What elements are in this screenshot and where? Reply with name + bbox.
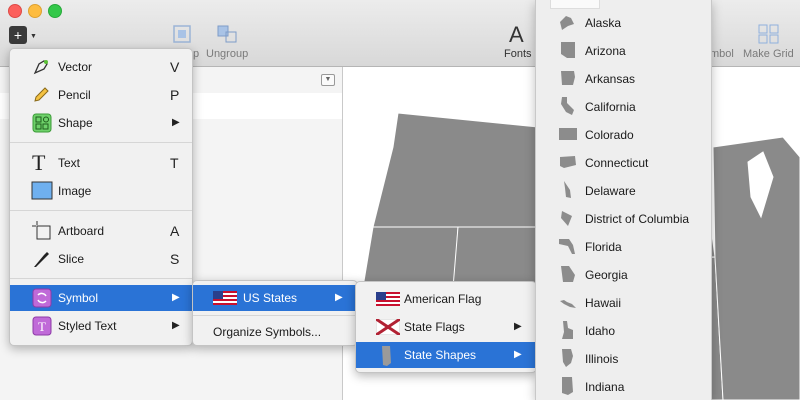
state-name: Florida xyxy=(585,240,622,254)
close-window-button[interactable] xyxy=(8,4,22,18)
state-shape-icon xyxy=(560,300,576,308)
pencil-icon xyxy=(34,87,49,102)
vector-pen-icon xyxy=(33,60,48,75)
ungroup-icon xyxy=(217,25,237,43)
state-shape-icon xyxy=(562,377,573,395)
state-name: Georgia xyxy=(585,268,628,282)
state-item-alaska[interactable]: Alaska xyxy=(536,8,711,36)
state-item-illinois[interactable]: Illinois xyxy=(536,344,711,372)
menu-item-styled-text[interactable]: T Styled Text ▶ xyxy=(10,313,192,339)
panel-dropdown[interactable]: ▼ xyxy=(321,74,335,86)
insert-menu: Vector V Pencil P Shape ▶ T Text T Image xyxy=(9,48,193,346)
svg-text:T: T xyxy=(38,319,46,334)
slice-knife-icon xyxy=(34,252,49,267)
make-grid-button[interactable]: Make Grid xyxy=(743,48,794,60)
menu-item-us-states[interactable]: US States ▶ xyxy=(193,285,357,311)
create-symbol-label[interactable]: mbol xyxy=(710,48,734,60)
menu-item-organize-symbols[interactable]: Organize Symbols... xyxy=(193,319,357,345)
minimize-window-button[interactable] xyxy=(28,4,42,18)
alabama-flag-icon xyxy=(376,319,400,335)
symbol-submenu: US States ▶ Organize Symbols... xyxy=(192,280,358,346)
text-icon: T xyxy=(32,150,46,175)
state-name: Alaska xyxy=(585,16,622,30)
state-shape-icon xyxy=(561,42,575,58)
state-name: Connecticut xyxy=(585,156,649,170)
symbol-icon xyxy=(32,288,52,308)
ungroup-button[interactable]: Ungroup xyxy=(206,48,248,60)
image-icon xyxy=(31,181,53,200)
state-name: Arkansas xyxy=(585,72,636,86)
menu-item-american-flag[interactable]: American Flag xyxy=(356,286,536,312)
state-shape-icon xyxy=(561,266,575,282)
fonts-button[interactable]: Fonts xyxy=(504,48,532,60)
group-label[interactable]: p xyxy=(193,48,199,60)
menu-separator xyxy=(10,142,192,143)
state-shape-icon xyxy=(562,321,573,339)
state-item-california[interactable]: California xyxy=(536,92,711,120)
group-icon xyxy=(173,25,191,43)
state-item-connecticut[interactable]: Connecticut xyxy=(536,148,711,176)
state-name: Arizona xyxy=(585,44,626,58)
menu-item-state-flags[interactable]: State Flags ▶ xyxy=(356,314,536,340)
state-item-florida[interactable]: Florida xyxy=(536,232,711,260)
us-states-submenu: American Flag State Flags ▶ State Shapes… xyxy=(355,281,537,373)
menu-item-shape[interactable]: Shape ▶ xyxy=(10,110,192,136)
us-flag-icon xyxy=(213,291,237,305)
state-name: District of Columbia xyxy=(585,212,690,226)
styled-text-icon: T xyxy=(32,316,52,336)
state-item-georgia[interactable]: Georgia xyxy=(536,260,711,288)
state-item-arizona[interactable]: Arizona xyxy=(536,36,711,64)
menu-item-symbol[interactable]: Symbol ▶ xyxy=(10,285,192,311)
menu-item-image[interactable]: Image xyxy=(10,178,192,204)
state-shape-icon xyxy=(561,71,575,85)
menu-item-artboard[interactable]: Artboard A xyxy=(10,218,192,244)
state-shape-icon xyxy=(560,156,576,168)
zoom-window-button[interactable] xyxy=(48,4,62,18)
state-shape-icon xyxy=(562,349,573,367)
state-item-indiana[interactable]: Indiana xyxy=(536,372,711,400)
menu-separator xyxy=(10,210,192,211)
menu-separator xyxy=(193,315,357,316)
state-name: Illinois xyxy=(585,352,619,366)
state-name: Hawaii xyxy=(585,296,622,310)
state-shape-icon xyxy=(559,128,577,140)
state-item-delaware[interactable]: Delaware xyxy=(536,176,711,204)
state-name: California xyxy=(585,100,636,114)
menu-item-text[interactable]: T Text T xyxy=(10,150,192,176)
state-name: Delaware xyxy=(585,184,636,198)
state-name: Colorado xyxy=(585,128,634,142)
chevron-down-icon: ▼ xyxy=(30,33,37,40)
menu-item-pencil[interactable]: Pencil P xyxy=(10,82,192,108)
state-item-idaho[interactable]: Idaho xyxy=(536,316,711,344)
fonts-icon: A xyxy=(509,22,524,47)
state-item-hawaii[interactable]: Hawaii xyxy=(536,288,711,316)
menu-item-slice[interactable]: Slice S xyxy=(10,246,192,272)
state-item-arkansas[interactable]: Arkansas xyxy=(536,64,711,92)
state-shapes-menu: Alaska Arizona Arkansas California Colorado C… xyxy=(535,0,712,400)
menu-item-state-shapes[interactable]: State Shapes ▶ xyxy=(356,342,536,368)
state-shape-icon xyxy=(382,346,391,366)
us-flag-icon xyxy=(376,292,400,306)
shape-icon xyxy=(32,113,52,133)
state-name: Indiana xyxy=(585,380,625,394)
artboard-icon xyxy=(32,221,51,240)
state-shape-icon xyxy=(564,181,571,198)
state-item-district-of-columbia[interactable]: District of Columbia xyxy=(536,204,711,232)
state-name: Idaho xyxy=(585,324,616,338)
state-shape-icon xyxy=(559,239,575,254)
state-shape-icon xyxy=(561,97,574,115)
menu-item-vector[interactable]: Vector V xyxy=(10,54,192,80)
state-shape-icon xyxy=(560,16,574,30)
state-shape-icon xyxy=(561,211,572,226)
state-item-colorado[interactable]: Colorado xyxy=(536,120,711,148)
insert-button[interactable]: + xyxy=(9,26,27,44)
menu-separator xyxy=(10,278,192,279)
grid-icon xyxy=(758,24,779,44)
